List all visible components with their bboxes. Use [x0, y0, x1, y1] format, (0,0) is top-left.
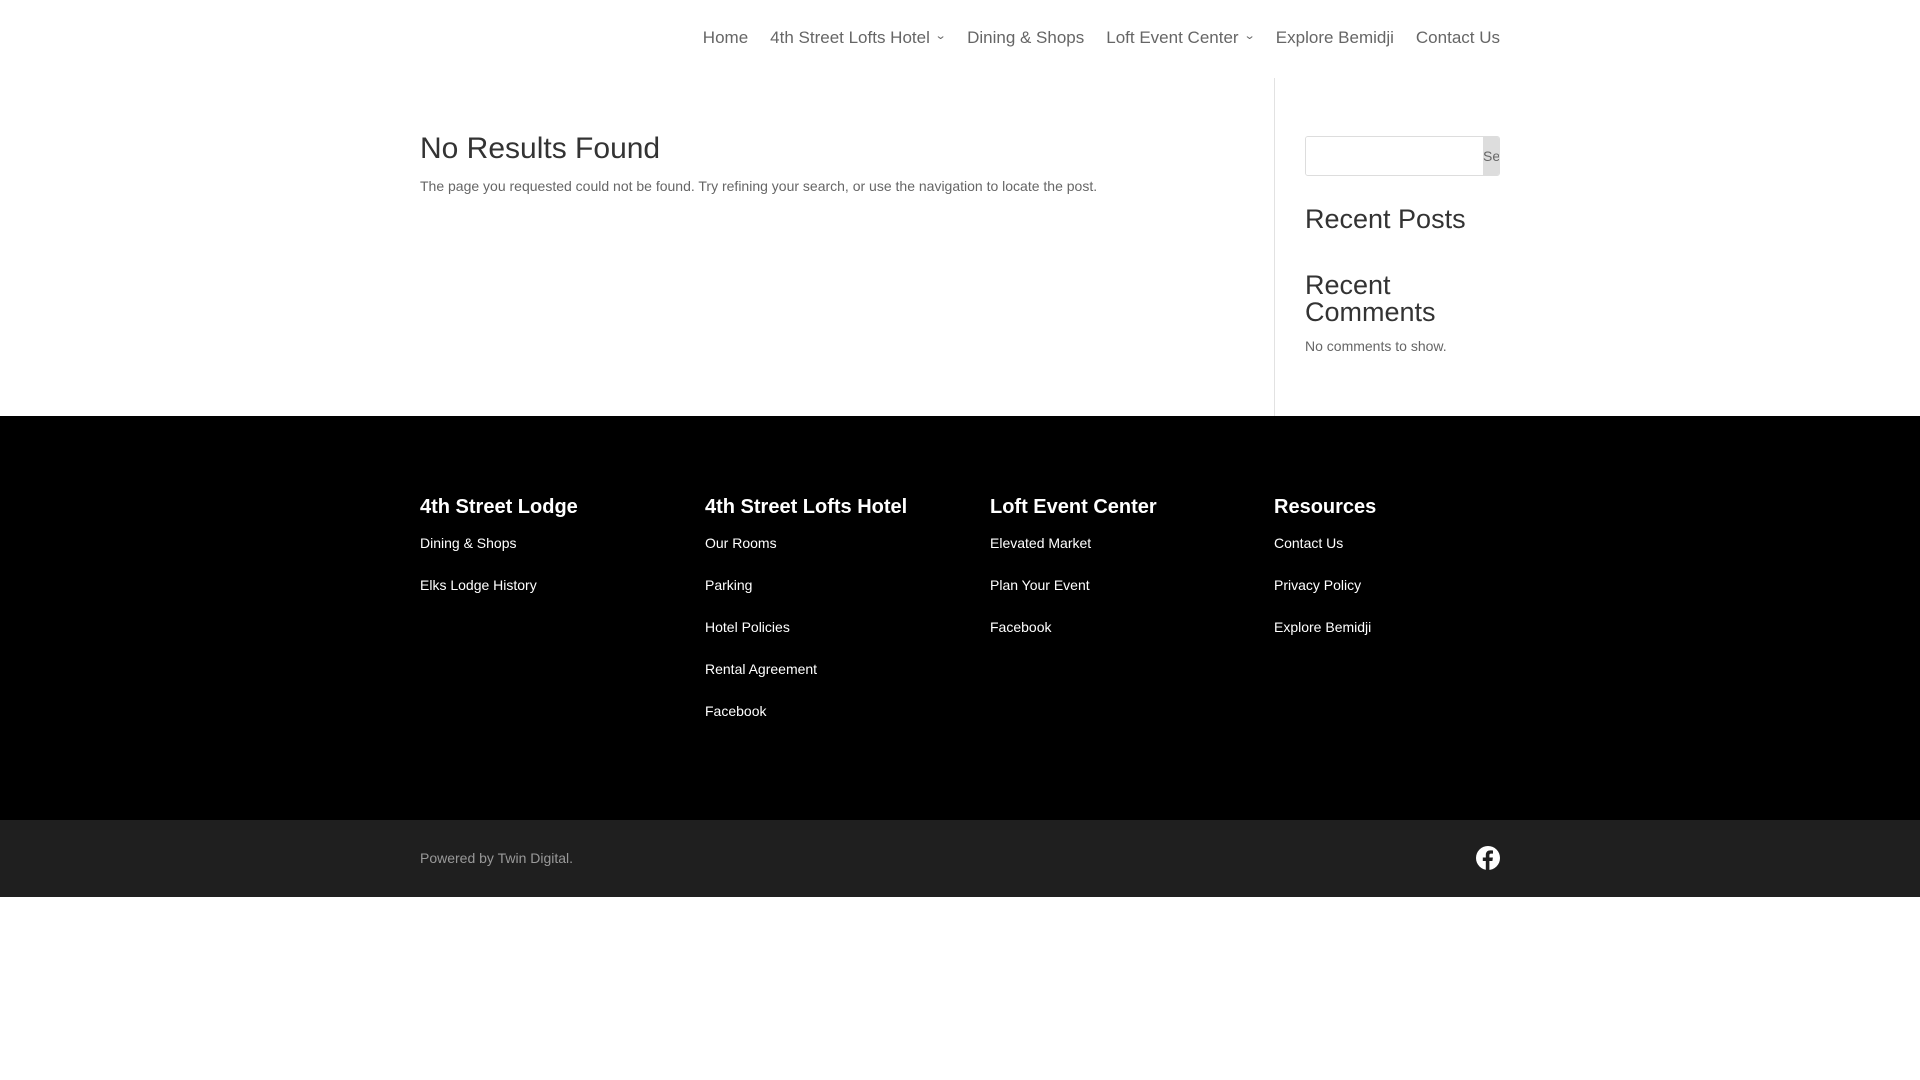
no-comments-text: No comments to show.: [1305, 338, 1447, 354]
nav-item-explore-bemidji[interactable]: Explore Bemidji: [1276, 28, 1394, 48]
nav-item-label: Dining & Shops: [967, 28, 1085, 47]
footer-link[interactable]: Facebook: [705, 703, 965, 745]
footer-link[interactable]: Elevated Market: [990, 535, 1250, 577]
nav-item-label: Home: [702, 28, 749, 47]
footer-link[interactable]: Dining & Shops: [420, 535, 680, 577]
facebook-icon[interactable]: [1476, 846, 1500, 870]
footer-link[interactable]: Plan Your Event: [990, 577, 1250, 619]
recent-comments-heading: Recent Comments: [1305, 270, 1436, 327]
footer-link[interactable]: Our Rooms: [705, 535, 965, 577]
search-input[interactable]: [1306, 137, 1483, 175]
footer: 4th Street Lodge Dining & Shops Elks Lodge…: [0, 416, 1920, 820]
footer-link[interactable]: Privacy Policy: [1274, 577, 1534, 619]
nav-item-4th-street-lofts-hotel[interactable]: 4th Street Lofts Hotel ⌄: [770, 28, 947, 48]
search-button[interactable]: Search: [1483, 137, 1499, 175]
powered-by-text: Powered by Twin Digital.: [420, 850, 574, 866]
recent-posts-heading: Recent Posts: [1305, 204, 1466, 234]
footer-link[interactable]: Contact Us: [1274, 535, 1534, 577]
footer-link[interactable]: Rental Agreement: [705, 661, 965, 703]
search-form: Search: [1305, 136, 1500, 176]
sidebar-divider: [1274, 78, 1275, 416]
main-nav: Home 4th Street Lofts Hotel ⌄ Dining & Shop…: [703, 28, 1500, 48]
footer-column: Loft Event Center Elevated Market Plan You…: [990, 496, 1250, 661]
nav-item-dining-shops[interactable]: Dining & Shops: [967, 28, 1084, 48]
footer-column: Resources Contact Us Privacy Policy Explore…: [1274, 496, 1534, 661]
footer-column-heading: Loft Event Center: [990, 496, 1157, 518]
footer-link[interactable]: Parking: [705, 577, 965, 619]
footer-link[interactable]: Facebook: [990, 619, 1250, 661]
nav-item-label: Contact Us: [1415, 28, 1500, 47]
nav-item-contact-us[interactable]: Contact Us: [1416, 28, 1500, 48]
footer-link[interactable]: Elks Lodge History: [420, 577, 680, 619]
footer-bottom-bar: Powered by Twin Digital.: [0, 820, 1920, 897]
footer-column: 4th Street Lodge Dining & Shops Elks Lodge…: [420, 496, 680, 619]
footer-column-heading: 4th Street Lofts Hotel: [705, 496, 908, 518]
page-title: No Results Found: [420, 132, 661, 165]
nav-item-label: 4th Street Lofts Hotel: [770, 28, 930, 47]
nav-item-label: Explore Bemidji: [1275, 28, 1394, 47]
nav-item-home[interactable]: Home: [703, 28, 748, 48]
nav-item-label: Loft Event Center: [1106, 28, 1239, 47]
no-results-message: The page you requested could not be foun…: [420, 178, 1098, 194]
footer-link[interactable]: Explore Bemidji: [1274, 619, 1534, 661]
chevron-down-icon: ⌄: [1243, 29, 1256, 42]
nav-item-loft-event-center[interactable]: Loft Event Center ⌄: [1106, 28, 1256, 48]
chevron-down-icon: ⌄: [934, 29, 947, 42]
footer-column-heading: Resources: [1274, 496, 1377, 518]
footer-column-heading: 4th Street Lodge: [420, 496, 578, 518]
footer-column: 4th Street Lofts Hotel Our Rooms Parking Ho…: [705, 496, 965, 745]
footer-link[interactable]: Hotel Policies: [705, 619, 965, 661]
